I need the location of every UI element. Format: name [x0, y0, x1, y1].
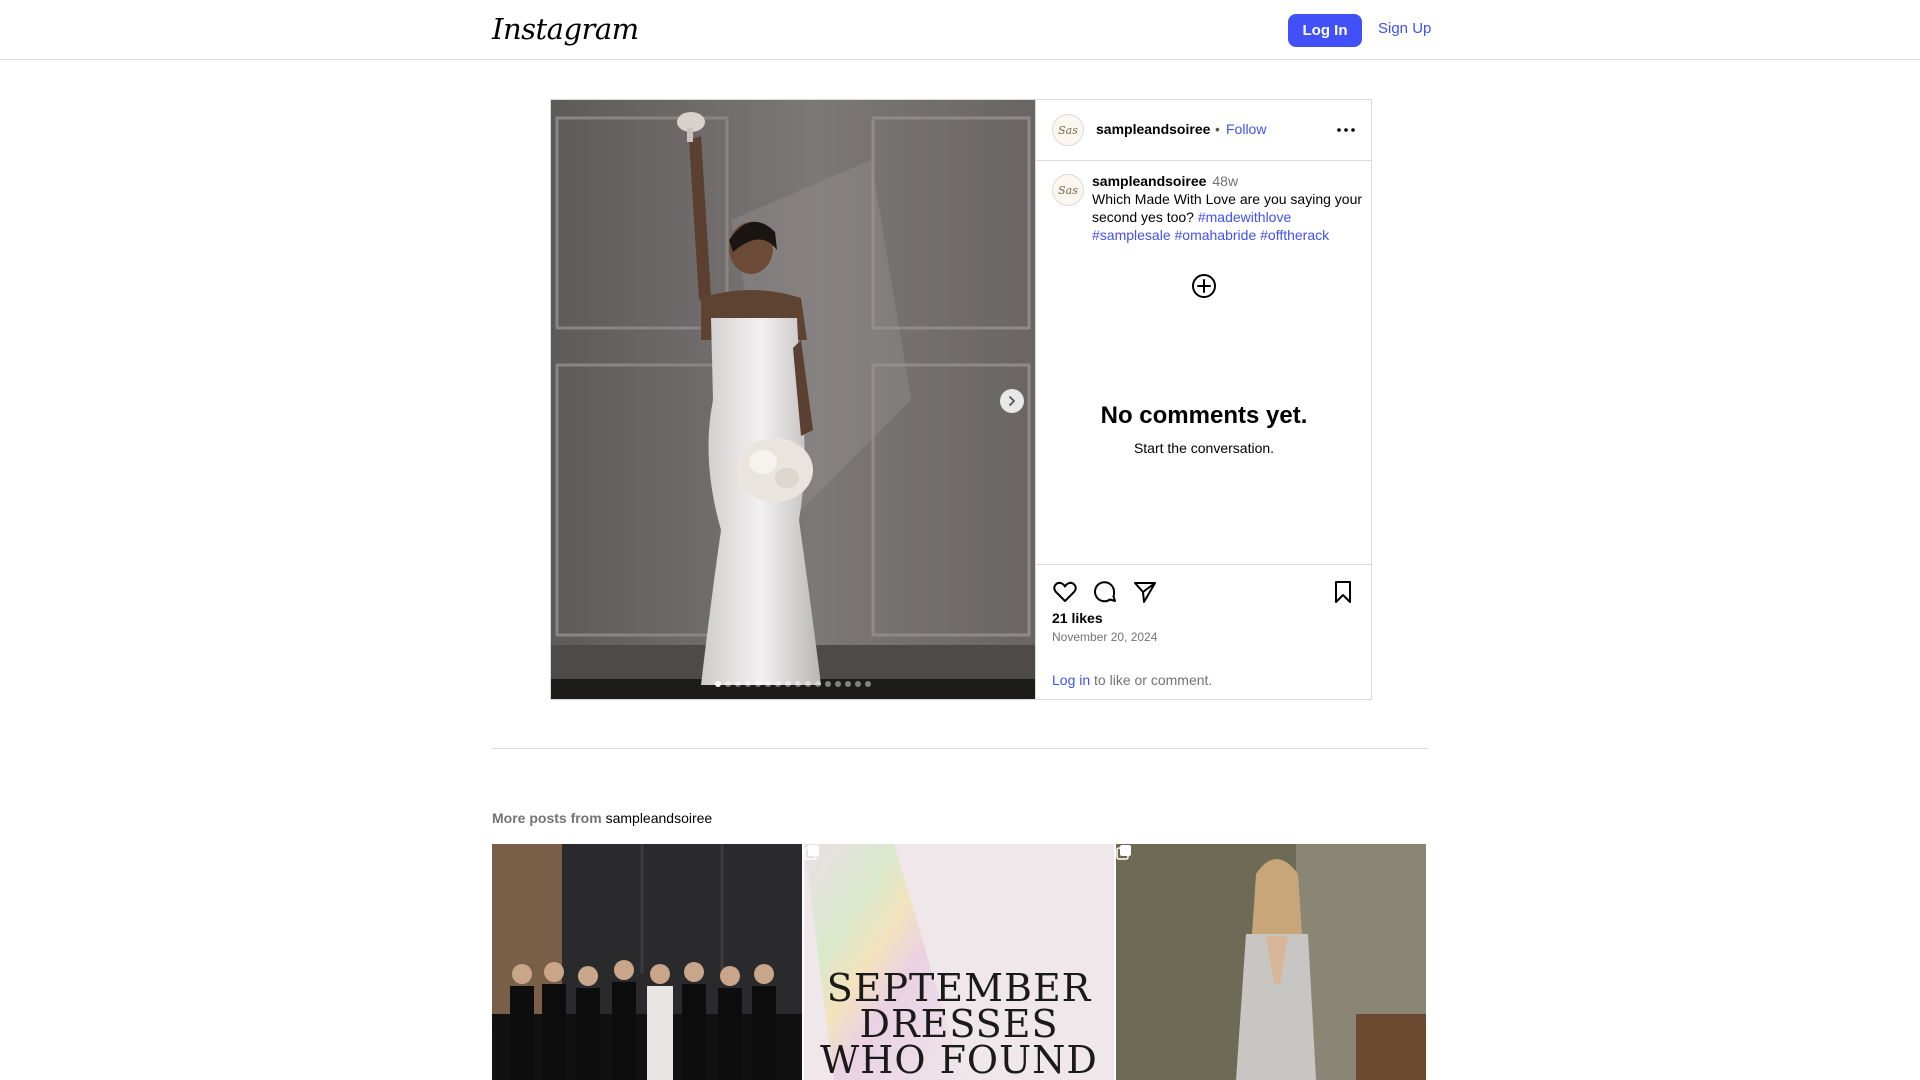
add-circle-icon[interactable]: [1191, 273, 1217, 299]
carousel-dot: [855, 681, 861, 687]
likes-count[interactable]: 21 likes: [1052, 610, 1103, 626]
carousel-dot: [725, 681, 731, 687]
heart-icon[interactable]: [1052, 579, 1078, 605]
post-actions: 21 likes November 20, 2024 Log in to lik…: [1036, 564, 1372, 699]
carousel-multi-icon: [1116, 845, 1131, 860]
more-posts-heading: More posts from sampleandsoiree: [492, 810, 712, 826]
more-posts-grid: SEPTEMBER DRESSES WHO FOUND: [492, 844, 1428, 1080]
carousel-dot: [815, 681, 821, 687]
carousel-dot: [765, 681, 771, 687]
hashtag-link[interactable]: #omahabride: [1175, 227, 1257, 243]
hashtag-link[interactable]: #madewithlove: [1198, 209, 1291, 225]
thumbnail-image: [492, 844, 802, 1080]
section-divider: [492, 748, 1428, 749]
carousel-dot: [735, 681, 741, 687]
avatar[interactable]: Sas: [1052, 114, 1084, 146]
carousel-dot: [825, 681, 831, 687]
carousel-indicator: [551, 681, 1035, 687]
more-posts-prefix: More posts from: [492, 810, 602, 826]
more-posts-username[interactable]: sampleandsoiree: [606, 810, 713, 826]
more-options-button[interactable]: [1334, 120, 1358, 140]
bookmark-icon[interactable]: [1330, 579, 1356, 605]
post-sidebar: Sas sampleandsoiree • Follow Sas samplea…: [1035, 100, 1372, 699]
thumbnail-overlay-text: SEPTEMBER DRESSES WHO FOUND: [820, 966, 1098, 1080]
post-caption: sampleandsoiree 48w Which Made With Love …: [1092, 172, 1362, 244]
post-thumbnail[interactable]: [492, 844, 802, 1080]
post-media-carousel[interactable]: [551, 100, 1035, 699]
instagram-logo[interactable]: Instagram: [492, 12, 639, 46]
carousel-dot: [745, 681, 751, 687]
chevron-right-icon: [1009, 396, 1015, 406]
login-prompt: Log in to like or comment.: [1052, 672, 1212, 688]
carousel-multi-icon: [804, 845, 819, 860]
separator-dot: •: [1215, 121, 1220, 137]
carousel-dot: [805, 681, 811, 687]
comment-icon[interactable]: [1092, 579, 1118, 605]
signup-link[interactable]: Sign Up: [1378, 20, 1431, 37]
post-date: November 20, 2024: [1052, 630, 1158, 644]
carousel-dot: [715, 681, 721, 687]
carousel-dot: [775, 681, 781, 687]
empty-comments-title: No comments yet.: [1100, 402, 1308, 429]
login-prompt-link[interactable]: Log in: [1052, 672, 1090, 688]
carousel-dot: [795, 681, 801, 687]
post-photo: [551, 100, 1035, 699]
carousel-dot: [835, 681, 841, 687]
share-icon[interactable]: [1132, 579, 1158, 605]
caption-timestamp[interactable]: 48w: [1212, 173, 1238, 189]
carousel-dot: [785, 681, 791, 687]
hashtag-link[interactable]: #offtherack: [1260, 227, 1329, 243]
hashtag-link[interactable]: #samplesale: [1092, 227, 1171, 243]
post-thumbnail[interactable]: [1116, 844, 1426, 1080]
empty-comments-subtitle: Start the conversation.: [1133, 440, 1275, 456]
next-slide-button[interactable]: [1000, 389, 1024, 413]
top-navigation-bar: Instagram Log In Sign Up: [0, 0, 1920, 60]
more-horizontal-icon: [1337, 128, 1355, 132]
thumbnail-image: [1116, 844, 1426, 1080]
follow-button[interactable]: Follow: [1226, 121, 1266, 137]
carousel-dot: [865, 681, 871, 687]
carousel-dot: [755, 681, 761, 687]
login-prompt-text: to like or comment.: [1090, 672, 1213, 688]
caption-avatar[interactable]: Sas: [1052, 174, 1084, 206]
post-thumbnail[interactable]: SEPTEMBER DRESSES WHO FOUND: [804, 844, 1114, 1080]
post-header: Sas sampleandsoiree • Follow: [1036, 100, 1372, 161]
post-username[interactable]: sampleandsoiree: [1096, 121, 1210, 137]
login-button[interactable]: Log In: [1288, 14, 1362, 47]
caption-username[interactable]: sampleandsoiree: [1092, 173, 1206, 189]
carousel-dot: [845, 681, 851, 687]
post-card: Sas sampleandsoiree • Follow Sas samplea…: [550, 99, 1372, 700]
